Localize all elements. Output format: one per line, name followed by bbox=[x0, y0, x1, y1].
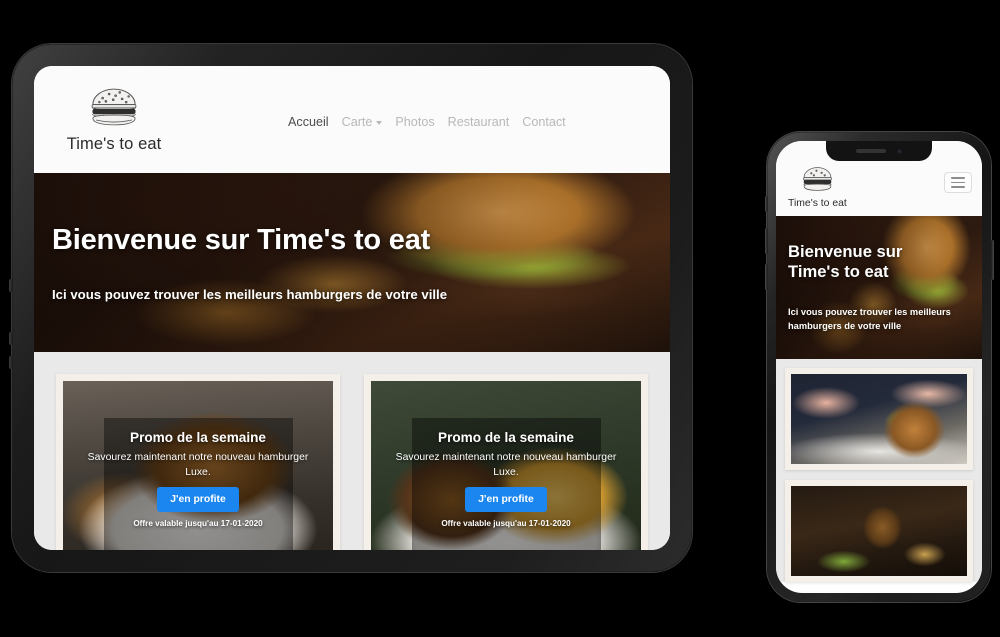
nav-item-carte[interactable]: Carte bbox=[342, 115, 383, 129]
nav-item-restaurant[interactable]: Restaurant bbox=[448, 115, 510, 129]
front-camera-icon bbox=[897, 148, 902, 154]
promo-card-title: Promo de la semaine bbox=[130, 430, 266, 446]
hero-banner: Bienvenue sur Time's to eat Ici vous pou… bbox=[34, 173, 670, 352]
mobile-card-list bbox=[776, 359, 982, 582]
mobile-card-photo bbox=[791, 374, 967, 464]
promo-card-overlay: Promo de la semaine Savourez maintenant … bbox=[396, 418, 616, 550]
phone-mute-switch[interactable] bbox=[764, 196, 768, 212]
promo-validity-note: Offre valable jusqu'au 17-01-2020 bbox=[133, 519, 263, 529]
tablet-device-mockup: Time's to eat Accueil Carte Photos Resta… bbox=[9, 44, 692, 572]
burger-logo-icon bbox=[801, 165, 834, 198]
phone-power-button[interactable] bbox=[990, 240, 994, 280]
promo-card-overlay: Promo de la semaine Savourez maintenant … bbox=[88, 418, 308, 550]
nav-item-contact[interactable]: Contact bbox=[522, 115, 565, 129]
mobile-hero-title-line1: Bienvenue sur bbox=[788, 241, 903, 261]
mobile-hero-title-line2: Time's to eat bbox=[788, 262, 889, 282]
hero-title: Bienvenue sur Time's to eat bbox=[52, 223, 431, 256]
mobile-hero-subtitle-line2: hamburgers de votre ville bbox=[788, 321, 902, 332]
hamburger-menu-icon[interactable] bbox=[944, 172, 972, 193]
brand-name: Time's to eat bbox=[66, 135, 162, 153]
chevron-down-icon bbox=[376, 120, 383, 125]
phone-volume-down-button[interactable] bbox=[764, 264, 768, 290]
promo-card-description: Savourez maintenant notre nouveau hambur… bbox=[395, 452, 617, 479]
mobile-brand-logo-link[interactable]: Time's to eat bbox=[788, 165, 847, 209]
mobile-hero-title: Bienvenue sur Time's to eat bbox=[788, 242, 970, 283]
promo-card-photo: Promo de la semaine Savourez maintenant … bbox=[63, 381, 333, 550]
mobile-hero-subtitle-line1: Ici vous pouvez trouver les meilleurs bbox=[788, 306, 951, 317]
mobile-card-photo bbox=[791, 486, 967, 576]
hero-subtitle: Ici vous pouvez trouver les meilleurs ha… bbox=[52, 286, 448, 302]
mobile-brand-name: Time's to eat bbox=[788, 198, 847, 209]
promo-validity-note: Offre valable jusqu'au 17-01-2020 bbox=[441, 519, 571, 529]
burger-logo-icon bbox=[88, 85, 140, 134]
phone-notch bbox=[826, 141, 932, 161]
promo-card-photo: Promo de la semaine Savourez maintenant … bbox=[371, 381, 641, 550]
tablet-volume-up-button[interactable] bbox=[9, 332, 13, 345]
promo-cta-button[interactable]: J'en profite bbox=[157, 487, 239, 513]
phone-volume-up-button[interactable] bbox=[764, 228, 768, 254]
promo-card-title: Promo de la semaine bbox=[438, 430, 574, 446]
phone-device-mockup: Time's to eat Bienvenue sur Time's to ea… bbox=[764, 132, 994, 602]
mobile-photo-card[interactable] bbox=[785, 368, 973, 470]
earpiece-speaker-icon bbox=[856, 149, 886, 153]
main-navigation: Accueil Carte Photos Restaurant Contact bbox=[288, 115, 566, 129]
phone-screen: Time's to eat Bienvenue sur Time's to ea… bbox=[776, 141, 982, 593]
site-navbar: Time's to eat Accueil Carte Photos Resta… bbox=[34, 66, 670, 173]
mobile-photo-card[interactable] bbox=[785, 480, 973, 582]
promo-card[interactable]: Promo de la semaine Savourez maintenant … bbox=[364, 374, 648, 550]
nav-item-photos[interactable]: Photos bbox=[395, 115, 434, 129]
tablet-power-button[interactable] bbox=[9, 279, 13, 292]
promo-card[interactable]: Promo de la semaine Savourez maintenant … bbox=[56, 374, 340, 550]
promo-cta-button[interactable]: J'en profite bbox=[465, 487, 547, 513]
mobile-hero-subtitle: Ici vous pouvez trouver les meilleurs ha… bbox=[788, 305, 970, 334]
mobile-hero-banner: Bienvenue sur Time's to eat Ici vous pou… bbox=[776, 216, 982, 359]
nav-item-carte-label: Carte bbox=[341, 114, 373, 129]
tablet-screen: Time's to eat Accueil Carte Photos Resta… bbox=[34, 66, 670, 550]
tablet-volume-down-button[interactable] bbox=[9, 356, 13, 369]
brand-logo-link[interactable]: Time's to eat bbox=[60, 85, 168, 154]
promo-section: Promo de la semaine Savourez maintenant … bbox=[34, 352, 670, 550]
promo-card-description: Savourez maintenant notre nouveau hambur… bbox=[87, 452, 309, 479]
nav-item-accueil[interactable]: Accueil bbox=[288, 115, 329, 129]
